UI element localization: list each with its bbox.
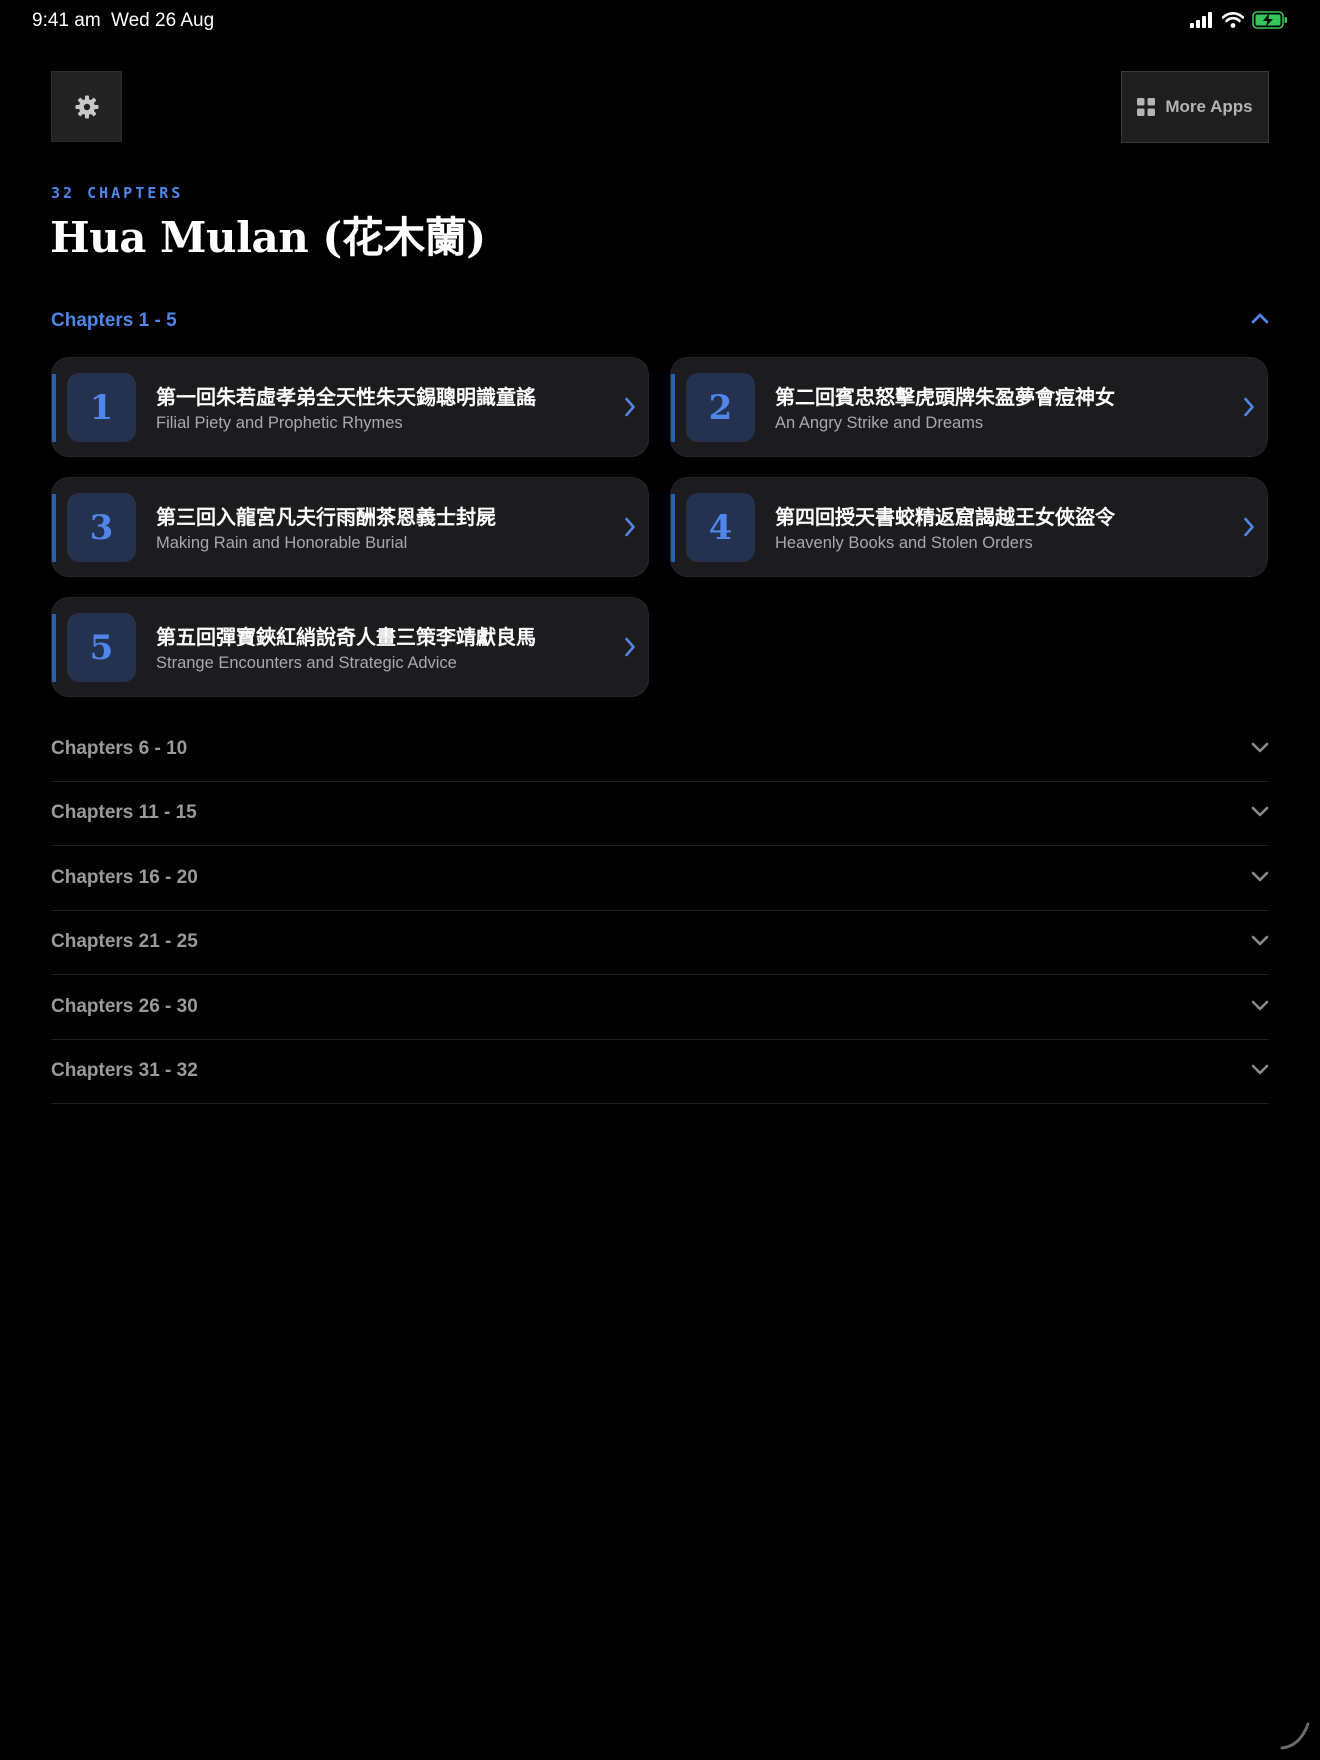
chapter-title-en: Heavenly Books and Stolen Orders: [775, 534, 1033, 552]
chevron-right-icon: [625, 637, 635, 657]
status-time: 9:41 am: [32, 10, 101, 31]
section-header-chapters-1-5[interactable]: Chapters 1 - 5: [51, 300, 1269, 340]
card-accent-bar: [671, 494, 675, 562]
status-icons: [1190, 11, 1288, 29]
settings-button[interactable]: [51, 71, 122, 142]
chapter-number: 2: [686, 373, 755, 442]
chapter-card-5[interactable]: 5 第五回彈寶鋏紅綃說奇人畫三策李靖獻良馬 Strange Encounters…: [51, 597, 649, 697]
chapter-title-zh: 第三回入龍宮凡夫行雨酬茶恩義士封屍: [156, 507, 496, 529]
chapter-title-zh: 第五回彈寶鋏紅綃說奇人畫三策李靖獻良馬: [156, 627, 536, 649]
chevron-down-icon: [1251, 1000, 1269, 1011]
section-label: Chapters 6 - 10: [51, 738, 188, 759]
status-date: Wed 26 Aug: [111, 10, 215, 31]
more-apps-label: More Apps: [1165, 97, 1253, 116]
chapter-number: 4: [686, 493, 755, 562]
section-label: Chapters 1 - 5: [51, 310, 177, 331]
chapter-count: 32 CHAPTERS: [51, 184, 184, 202]
section-label: Chapters 16 - 20: [51, 867, 198, 888]
chapter-number: 5: [67, 613, 136, 682]
card-accent-bar: [52, 494, 56, 562]
section-label: Chapters 31 - 32: [51, 1060, 198, 1081]
more-apps-button[interactable]: More Apps: [1121, 71, 1269, 143]
section-header-chapters-26-30[interactable]: Chapters 26 - 30: [51, 976, 1269, 1040]
chevron-right-icon: [625, 517, 635, 537]
chapter-title-zh: 第二回賓忠怒擊虎頭牌朱盈夢會痘神女: [775, 387, 1115, 409]
chapter-card-3[interactable]: 3 第三回入龍宮凡夫行雨酬茶恩義士封屍 Making Rain and Hono…: [51, 477, 649, 577]
grid-icon: [1137, 98, 1156, 116]
page-title: Hua Mulan (花木蘭): [50, 213, 486, 262]
chevron-right-icon: [1244, 397, 1254, 417]
card-accent-bar: [671, 374, 675, 442]
section-header-chapters-6-10[interactable]: Chapters 6 - 10: [51, 718, 1269, 782]
section-header-chapters-21-25[interactable]: Chapters 21 - 25: [51, 911, 1269, 975]
section-header-chapters-16-20[interactable]: Chapters 16 - 20: [51, 847, 1269, 911]
chapter-card-4[interactable]: 4 第四回授天書蛟精返窟謁越王女俠盜令 Heavenly Books and S…: [670, 477, 1268, 577]
chapter-title-en: Making Rain and Honorable Burial: [156, 534, 408, 552]
chapter-title-en: Strange Encounters and Strategic Advice: [156, 654, 457, 672]
chevron-down-icon: [1251, 935, 1269, 946]
card-accent-bar: [52, 614, 56, 682]
wifi-icon: [1222, 12, 1244, 28]
chapter-number: 3: [67, 493, 136, 562]
battery-charging-icon: [1252, 11, 1287, 29]
status-bar: 9:41 am Wed 26 Aug: [0, 0, 1320, 40]
chevron-up-icon: [1251, 313, 1269, 324]
chapter-title-en: An Angry Strike and Dreams: [775, 414, 984, 432]
chapter-title-en: Filial Piety and Prophetic Rhymes: [156, 414, 403, 432]
chevron-right-icon: [625, 397, 635, 417]
chevron-down-icon: [1251, 871, 1269, 882]
section-header-chapters-11-15[interactable]: Chapters 11 - 15: [51, 782, 1269, 846]
chevron-right-icon: [1244, 517, 1254, 537]
chapter-card-1[interactable]: 1 第一回朱若虛孝弟全天性朱天錫聰明識童謠 Filial Piety and P…: [51, 357, 649, 457]
home-indicator[interactable]: [1278, 1718, 1312, 1752]
section-header-chapters-31-32[interactable]: Chapters 31 - 32: [51, 1040, 1269, 1104]
section-label: Chapters 21 - 25: [51, 931, 198, 952]
gear-icon: [75, 95, 98, 118]
chapter-card-2[interactable]: 2 第二回賓忠怒擊虎頭牌朱盈夢會痘神女 An Angry Strike and …: [670, 357, 1268, 457]
chapter-title-zh: 第四回授天書蛟精返窟謁越王女俠盜令: [775, 507, 1115, 529]
section-label: Chapters 11 - 15: [51, 802, 197, 823]
chapter-number: 1: [67, 373, 136, 442]
section-label: Chapters 26 - 30: [51, 996, 198, 1017]
signal-icon: [1190, 12, 1212, 28]
chapter-title-zh: 第一回朱若虛孝弟全天性朱天錫聰明識童謠: [156, 387, 536, 409]
chevron-down-icon: [1251, 742, 1269, 753]
chevron-down-icon: [1251, 806, 1269, 817]
chevron-down-icon: [1251, 1064, 1269, 1075]
card-accent-bar: [52, 374, 56, 442]
